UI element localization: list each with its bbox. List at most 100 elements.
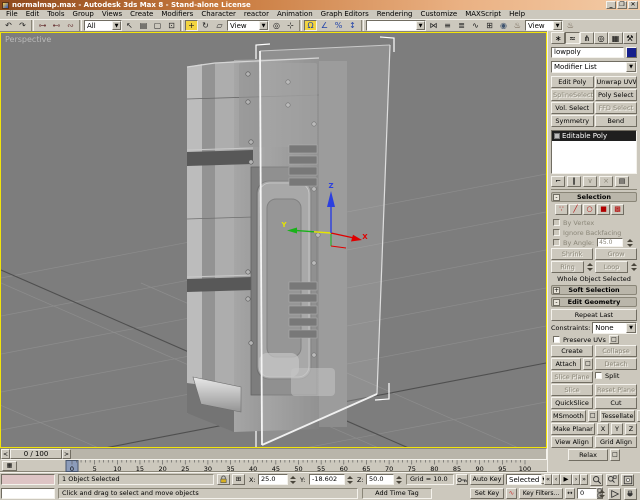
select-and-rotate-icon[interactable]: ↻ — [199, 20, 212, 31]
schematic-view-icon[interactable]: ⊞ — [483, 20, 496, 31]
edit-poly-button[interactable]: Edit Poly — [551, 76, 594, 88]
key-icon[interactable] — [456, 474, 468, 485]
bind-to-space-warp-icon[interactable]: ∾ — [64, 20, 77, 31]
render-scene-icon[interactable]: ♨ — [511, 20, 524, 31]
maximize-button[interactable]: ❐ — [617, 1, 627, 9]
attach-settings-button[interactable]: □ — [583, 358, 593, 370]
remove-modifier-icon[interactable]: × — [599, 176, 613, 187]
chevron-down-icon[interactable]: ▼ — [626, 62, 636, 72]
planar-y-button[interactable]: Y — [611, 423, 623, 435]
absolute-offset-toggle-icon[interactable]: ⊞ — [232, 474, 245, 485]
split-checkbox[interactable] — [595, 372, 602, 379]
create-button[interactable]: Create — [551, 345, 593, 357]
time-slider-handle[interactable]: 0 / 100 — [10, 449, 62, 459]
viewport-canvas[interactable]: Y X Z — [1, 33, 546, 447]
unwrap-uvw-button[interactable]: Unwrap UVW — [595, 76, 638, 88]
symmetry-button[interactable]: Symmetry — [551, 115, 594, 127]
named-selection-sets-dropdown[interactable]: ▼ — [366, 20, 426, 31]
x-spinner[interactable] — [289, 475, 296, 484]
chevron-down-icon[interactable]: ▼ — [112, 21, 121, 30]
maxscript-mini-listener-pink[interactable] — [1, 474, 55, 485]
use-pivot-point-center-icon[interactable]: ◎ — [270, 20, 283, 31]
zoom-extents-icon[interactable] — [621, 474, 634, 486]
track-bar-ruler[interactable]: 0510152025303540455055606570758085909510… — [0, 460, 545, 472]
select-and-uniform-scale-icon[interactable]: ▱ — [213, 20, 226, 31]
menu-maxscript[interactable]: MAXScript — [461, 10, 505, 19]
next-frame-button[interactable]: › — [572, 474, 580, 485]
maxscript-mini-listener-white[interactable] — [1, 488, 55, 499]
minimize-button[interactable]: _ — [606, 1, 616, 9]
layer-manager-icon[interactable]: ≣ — [455, 20, 468, 31]
grow-button[interactable]: Grow — [595, 248, 637, 260]
material-editor-icon[interactable]: ◉ — [497, 20, 510, 31]
close-button[interactable]: ✕ — [628, 1, 638, 9]
poly-select-button[interactable]: Poly Select — [595, 89, 638, 101]
key-filters-button[interactable]: Key Filters... — [519, 488, 563, 499]
subobject-polygon-icon[interactable]: ■ — [597, 204, 610, 215]
unlink-selection-icon[interactable]: ⊷ — [50, 20, 63, 31]
selection-lock-icon[interactable] — [217, 474, 230, 485]
z-spinner[interactable] — [395, 475, 402, 484]
window-crossing-icon[interactable]: ⊡ — [165, 20, 178, 31]
time-slider-prev[interactable]: < — [1, 449, 10, 459]
snap-toggle-3d-icon[interactable]: Ω — [304, 20, 317, 31]
menu-customize[interactable]: Customize — [416, 10, 461, 19]
msmooth-settings-button[interactable]: □ — [588, 410, 598, 422]
field-of-view-icon[interactable] — [608, 488, 621, 500]
tessellate-button[interactable]: Tessellate — [600, 410, 636, 422]
menu-modifiers[interactable]: Modifiers — [157, 10, 197, 19]
msmooth-button[interactable]: MSmooth — [551, 410, 586, 422]
loop-button[interactable]: Loop — [595, 261, 628, 273]
subobject-vertex-icon[interactable]: ∵ — [555, 204, 568, 215]
configure-modifier-sets-icon[interactable]: ▤ — [615, 176, 629, 187]
make-unique-icon[interactable]: ∨ — [583, 176, 597, 187]
detach-button[interactable]: Detach — [595, 358, 637, 370]
menu-animation[interactable]: Animation — [273, 10, 317, 19]
menu-reactor[interactable]: reactor — [240, 10, 273, 19]
object-color-swatch[interactable] — [626, 47, 637, 58]
add-time-tag[interactable]: Add Time Tag — [362, 488, 432, 499]
menu-character[interactable]: Character — [197, 10, 240, 19]
tab-hierarchy[interactable]: ⋔ — [580, 32, 594, 44]
tab-create[interactable]: ∗ — [551, 32, 565, 44]
by-vertex-checkbox[interactable] — [553, 219, 560, 226]
menu-group[interactable]: Group — [69, 10, 98, 19]
show-end-result-icon[interactable]: ‖ — [567, 176, 581, 187]
selection-filter-dropdown[interactable]: All▼ — [84, 20, 122, 31]
select-by-name-icon[interactable]: ▤ — [137, 20, 150, 31]
angle-spinner[interactable] — [626, 238, 633, 247]
loop-spinner[interactable] — [630, 263, 637, 272]
preserve-uvs-settings-button[interactable]: □ — [609, 335, 619, 344]
make-planar-button[interactable]: Make Planar — [551, 423, 595, 435]
menu-rendering[interactable]: Rendering — [373, 10, 417, 19]
select-and-move-icon[interactable]: + — [185, 20, 198, 31]
x-coordinate-field[interactable]: 25.0 — [258, 474, 288, 485]
redo-icon[interactable]: ↷ — [16, 20, 29, 31]
slice-plane-button[interactable]: Slice Plane — [551, 371, 593, 383]
align-icon[interactable]: ≡ — [441, 20, 454, 31]
rollout-edit-geometry[interactable]: - Edit Geometry — [551, 297, 637, 307]
object-name-field[interactable]: lowpoly — [551, 47, 624, 58]
planar-z-button[interactable]: Z — [625, 423, 637, 435]
reference-coordinate-system-dropdown[interactable]: View▼ — [227, 20, 269, 31]
chevron-down-icon[interactable]: ▼ — [553, 21, 562, 30]
zoom-icon[interactable] — [590, 474, 603, 486]
constraints-dropdown[interactable]: None ▼ — [592, 322, 637, 334]
key-set-dropdown[interactable]: Selected ▼ — [506, 474, 542, 485]
spinner-snap-toggle-icon[interactable]: ↕ — [346, 20, 359, 31]
viewport-label[interactable]: Perspective — [5, 35, 51, 44]
select-object-icon[interactable]: ↖ — [123, 20, 136, 31]
ring-button[interactable]: Ring — [551, 261, 584, 273]
time-slider[interactable]: < 0 / 100 > — [0, 448, 547, 460]
y-coordinate-field[interactable]: -18.602 — [309, 474, 345, 485]
quickslice-button[interactable]: QuickSlice — [551, 397, 593, 409]
menu-views[interactable]: Views — [98, 10, 126, 19]
set-key-button[interactable]: Set Key — [470, 488, 504, 499]
menu-edit[interactable]: Edit — [22, 10, 44, 19]
menu-file[interactable]: File — [2, 10, 22, 19]
expand-icon[interactable]: + — [553, 287, 560, 294]
grid-align-button[interactable]: Grid Align — [595, 436, 637, 448]
subobject-element-icon[interactable]: ▩ — [611, 204, 624, 215]
splineselect-button[interactable]: SplineSelect — [551, 89, 594, 101]
perspective-viewport[interactable]: Perspective — [0, 32, 547, 448]
